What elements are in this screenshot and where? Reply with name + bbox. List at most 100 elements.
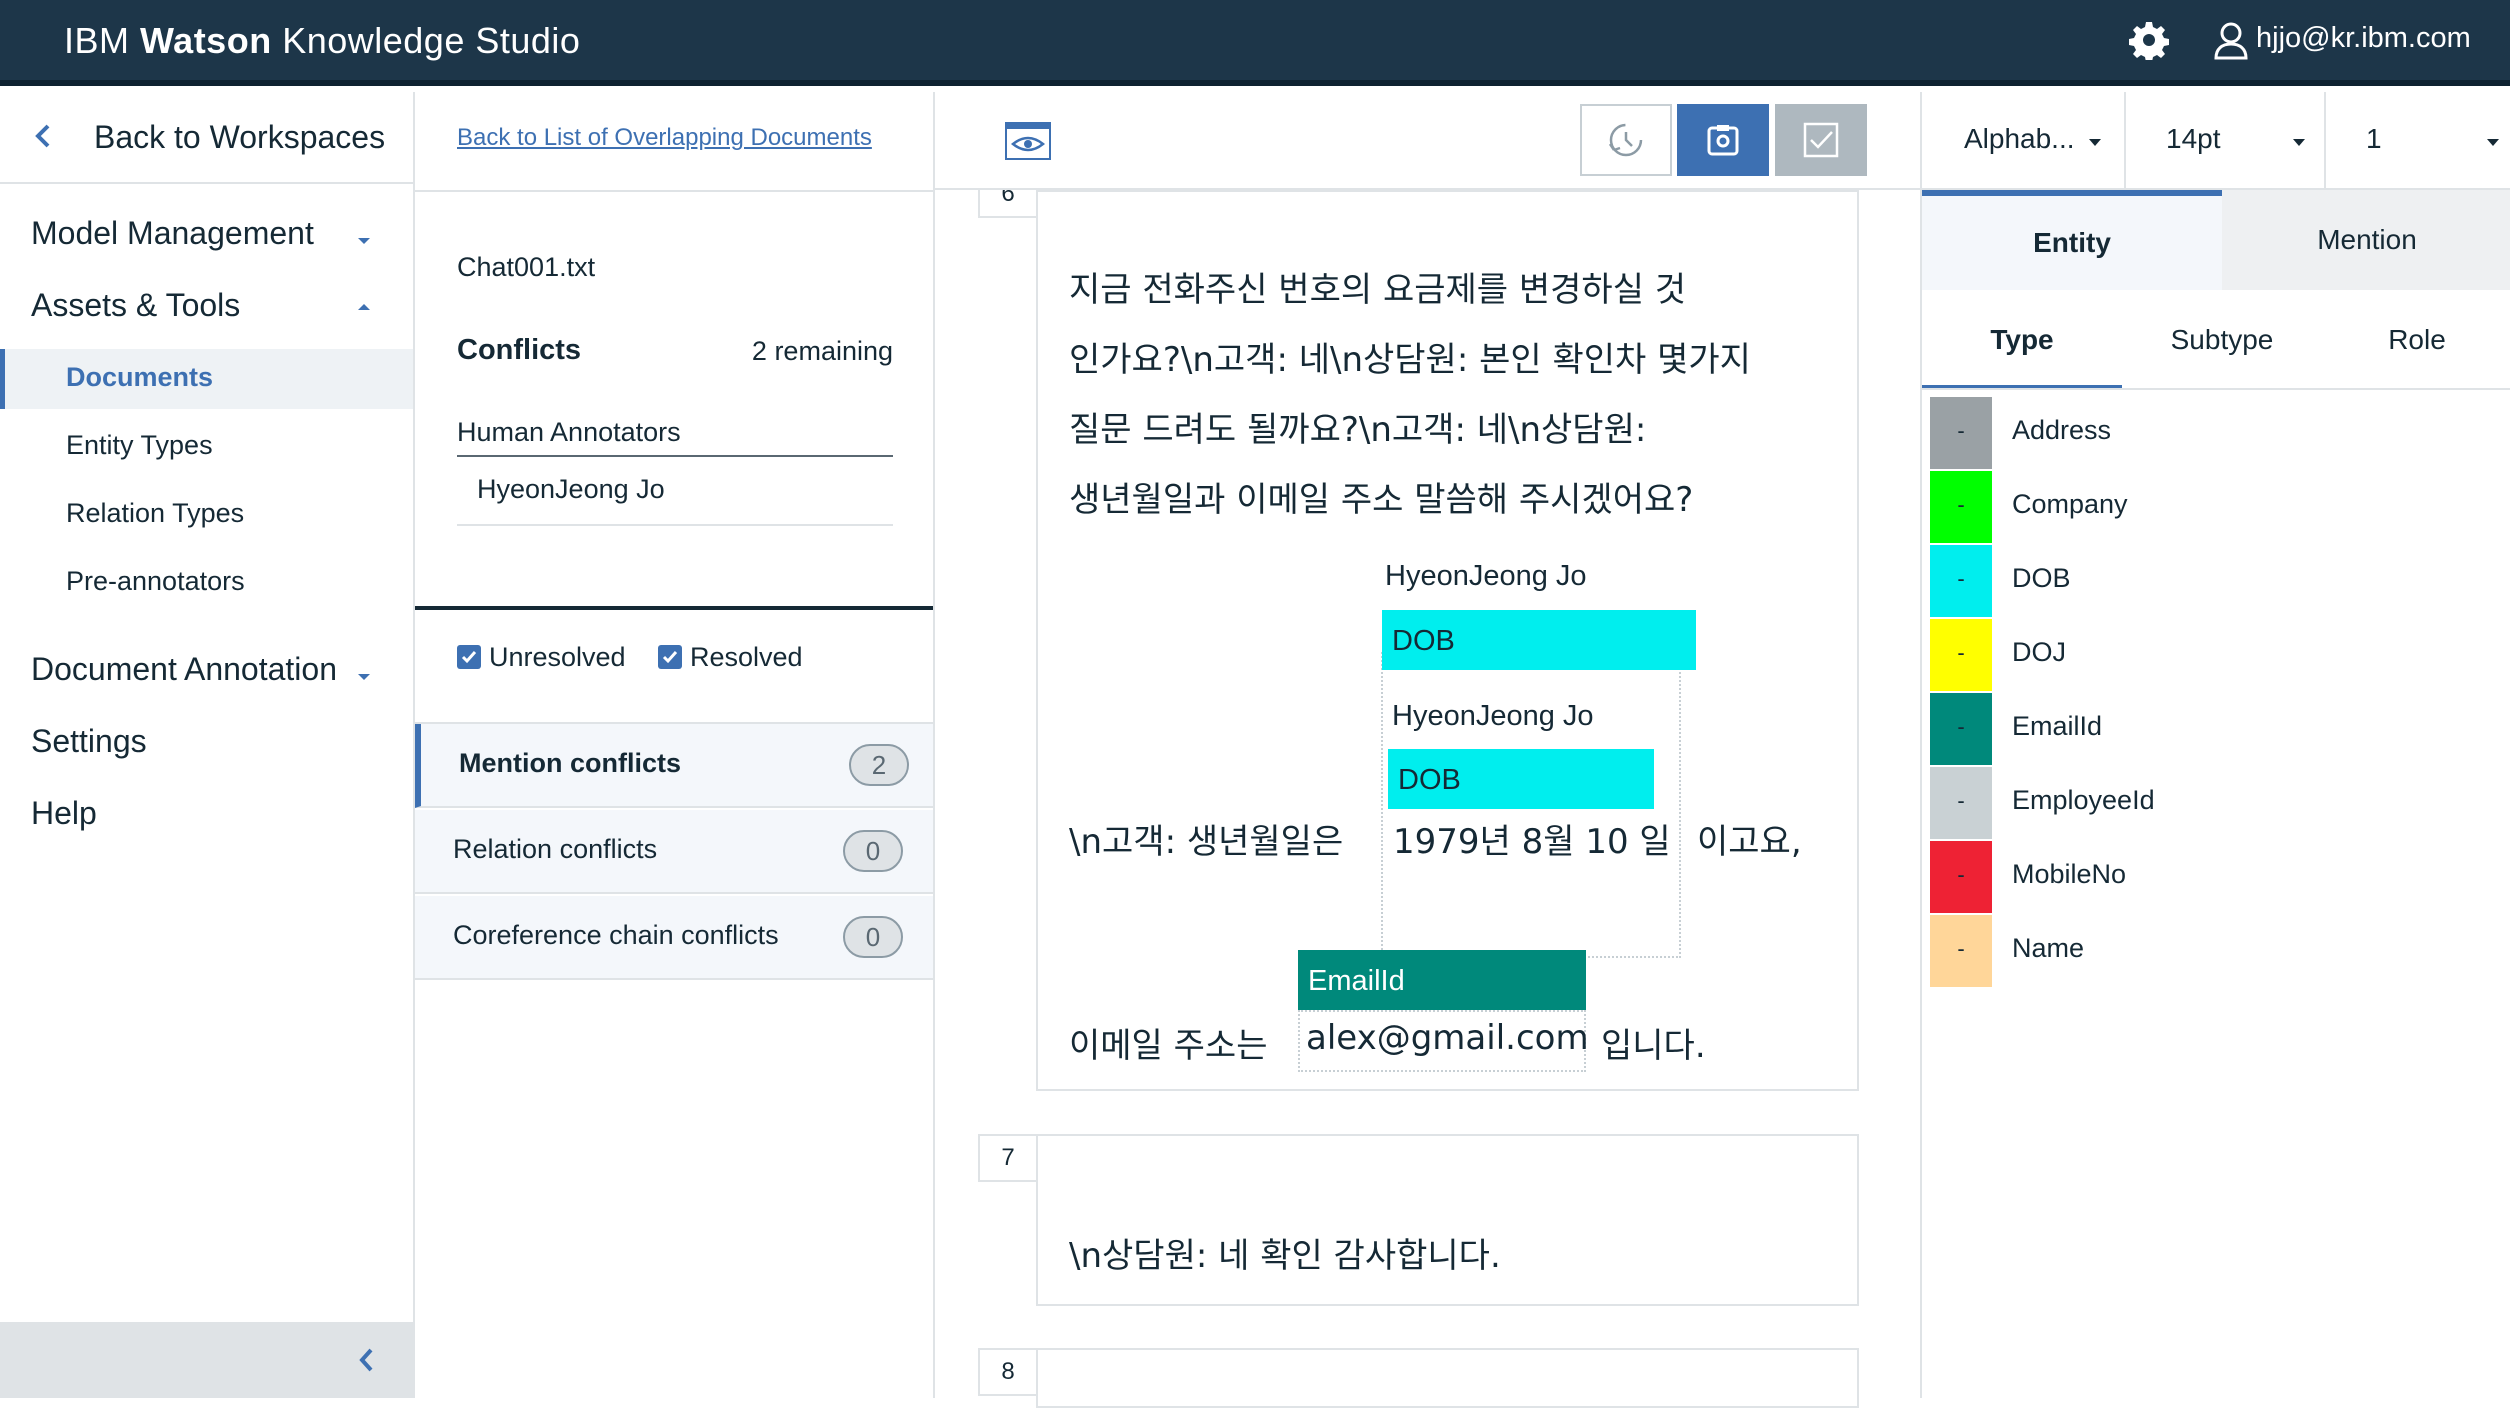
nav-settings[interactable]: Settings (31, 723, 147, 760)
tab-mention[interactable]: Mention (2222, 190, 2510, 290)
entity-type-name: Company (2012, 489, 2128, 519)
dob-mention[interactable]: 1979년 8월 10 일 (1393, 814, 1671, 863)
conflicts-panel: Back to List of Overlapping Documents Ch… (415, 92, 935, 1398)
conflict-row-label: Coreference chain conflicts (453, 920, 779, 950)
sentence-text-segment: \n고객: 생년월일은 (1069, 822, 1344, 862)
nav-pre-annotators[interactable]: Pre-annotators (66, 566, 245, 597)
nav-assets-tools[interactable]: Assets & Tools (31, 287, 240, 324)
entity-type-item[interactable]: - Address (1930, 397, 2510, 471)
resolved-checkbox[interactable] (658, 645, 682, 669)
subtab-role[interactable]: Role (2322, 290, 2510, 390)
document-viewer: 6 지금 전화주신 번호의 요금제를 변경하실 것 인가요?\n고객: 네\n상… (935, 92, 1920, 1408)
nav-relation-types[interactable]: Relation Types (66, 498, 244, 529)
dob-annotation-tag[interactable]: DOB (1388, 749, 1654, 809)
chevron-left-icon[interactable] (355, 1344, 377, 1376)
nav-model-management[interactable]: Model Management (31, 215, 314, 252)
sentence-text-line: 인가요?\n고객: 네\n상담원: 본인 확인차 몇가지 (1069, 340, 1751, 380)
caret-down-icon[interactable] (355, 234, 373, 246)
entity-type-item[interactable]: - DOJ (1930, 619, 2510, 693)
document-name: Chat001.txt (457, 252, 596, 282)
sentence-text-line: 생년월일과 이메일 주소 말씀해 주시겠어요? (1069, 480, 1694, 520)
mention-conflicts-row[interactable]: Mention conflicts 2 (415, 724, 933, 808)
conflict-count-badge: 0 (843, 916, 903, 958)
history-icon (1608, 123, 1643, 157)
level-select[interactable]: 1 (2326, 92, 2510, 190)
entity-type-item[interactable]: - Company (1930, 471, 2510, 545)
conflicts-title: Conflicts (457, 334, 582, 366)
undo-history-button[interactable] (1580, 104, 1672, 176)
conflict-row-label: Mention conflicts (459, 748, 681, 778)
annotator-label: HyeonJeong Jo (1392, 700, 1594, 732)
entity-type-item[interactable]: - DOB (1930, 545, 2510, 619)
section-divider (415, 606, 933, 610)
caret-down-icon (2487, 139, 2499, 146)
unresolved-label[interactable]: Unresolved (489, 642, 626, 673)
sentence-text-line: 지금 전화주신 번호의 요금제를 변경하실 것 (1069, 270, 1687, 310)
sort-select[interactable]: Alphab... (1922, 92, 2126, 190)
human-annotators-label: Human Annotators (457, 417, 681, 447)
collapse-nav-bar[interactable] (0, 1322, 413, 1398)
entity-type-name: DOB (2012, 563, 2071, 593)
sentence-text-line: \n상담원: 네 확인 감사합니다. (1069, 1236, 1501, 1276)
entity-type-item[interactable]: - Name (1930, 915, 2510, 989)
document-toolbar (935, 92, 1920, 190)
entity-type-name: MobileNo (2012, 859, 2127, 889)
user-email[interactable]: hjjo@kr.ibm.com (2256, 22, 2471, 55)
entity-type-item[interactable]: - EmployeeId (1930, 767, 2510, 841)
caret-up-icon[interactable] (355, 300, 373, 312)
back-to-workspaces-link[interactable]: Back to Workspaces (0, 92, 413, 184)
nav-help[interactable]: Help (31, 795, 97, 832)
emailid-annotation-tag[interactable]: EmailId (1298, 950, 1586, 1010)
entity-color-swatch: - (1930, 471, 1992, 543)
panel-controls: Alphab... 14pt 1 (1922, 92, 2510, 190)
entity-color-swatch: - (1930, 545, 1992, 617)
tab-entity[interactable]: Entity (1922, 190, 2222, 290)
caret-down-icon (2293, 139, 2305, 146)
conflict-row-label: Relation conflicts (453, 834, 658, 864)
resolved-label[interactable]: Resolved (690, 642, 803, 673)
font-size-value: 14pt (2166, 123, 2221, 154)
annotator-name[interactable]: HyeonJeong Jo (477, 474, 665, 505)
back-to-overlapping-documents-link[interactable]: Back to List of Overlapping Documents (457, 124, 872, 152)
divider (415, 190, 933, 192)
nav-entity-types[interactable]: Entity Types (66, 430, 213, 461)
entity-type-name: DOJ (2012, 637, 2066, 667)
back-to-workspaces-label: Back to Workspaces (94, 119, 386, 155)
coreference-conflicts-row[interactable]: Coreference chain conflicts 0 (415, 896, 933, 980)
eye-icon[interactable] (1005, 122, 1051, 160)
subtab-type[interactable]: Type (1922, 290, 2122, 390)
gear-icon[interactable] (2129, 20, 2169, 60)
nav-document-annotation[interactable]: Document Annotation (31, 651, 337, 688)
divider (457, 455, 893, 457)
checkmark-icon (662, 651, 678, 664)
sentence-text-segment: 입니다. (1601, 1026, 1706, 1066)
entity-type-item[interactable]: - EmailId (1930, 693, 2510, 767)
nav-documents[interactable]: Documents (66, 362, 213, 393)
caret-down-icon (2089, 139, 2101, 146)
sentence-text-segment: 이고요, (1697, 822, 1802, 862)
email-mention[interactable]: alex@gmail.com (1306, 1018, 1589, 1058)
accept-button[interactable] (1775, 104, 1867, 176)
entity-type-name: EmployeeId (2012, 785, 2155, 815)
entity-color-swatch: - (1930, 397, 1992, 469)
entity-panel: Alphab... 14pt 1 Entity Mention Type Sub… (1920, 92, 2510, 1398)
font-size-select[interactable]: 14pt (2126, 92, 2326, 190)
sentence-text-line: 질문 드려도 될까요?\n고객: 네\n상담원: (1069, 410, 1647, 450)
divider (1922, 388, 2510, 390)
entity-type-name: Name (2012, 933, 2085, 963)
relation-conflicts-row[interactable]: Relation conflicts 0 (415, 810, 933, 894)
unresolved-checkbox[interactable] (457, 645, 481, 669)
caret-down-icon[interactable] (355, 670, 373, 682)
user-icon[interactable] (2214, 20, 2248, 60)
conflict-count-badge: 2 (849, 744, 909, 786)
left-navigation: Back to Workspaces Model Management Asse… (0, 92, 415, 1398)
annotate-icon (1707, 125, 1739, 156)
entity-color-swatch: - (1930, 915, 1992, 987)
entity-type-item[interactable]: - MobileNo (1930, 841, 2510, 915)
dob-annotation-tag[interactable]: DOB (1382, 610, 1696, 670)
sort-value: Alphab... (1964, 123, 2075, 154)
annotation-mode-button[interactable] (1677, 104, 1769, 176)
sentence-number: 7 (978, 1134, 1038, 1182)
subtab-subtype[interactable]: Subtype (2122, 290, 2322, 390)
entity-type-name: EmailId (2012, 711, 2103, 741)
